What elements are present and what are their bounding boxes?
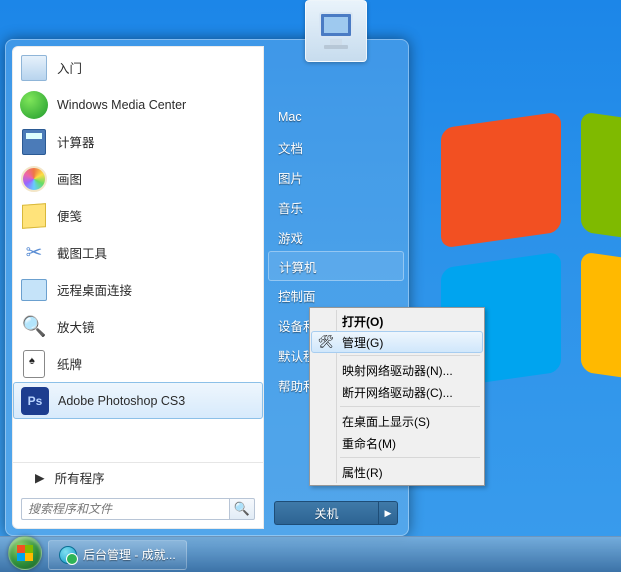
search-button[interactable]: 🔍 [229, 498, 255, 520]
shutdown-options-arrow[interactable]: ▶ [378, 501, 398, 525]
browser-icon [59, 546, 77, 564]
context-manage[interactable]: 🛠 管理(G) [311, 331, 483, 353]
photoshop-icon: Ps [20, 386, 50, 416]
taskbar-item-label: 后台管理 - 成就... [83, 546, 176, 563]
context-show-on-desktop[interactable]: 在桌面上显示(S) [312, 410, 482, 432]
right-item-music[interactable]: 音乐 [264, 192, 408, 222]
right-item-documents[interactable]: 文档 [264, 132, 408, 162]
program-item-wmc[interactable]: Windows Media Center [13, 86, 263, 123]
program-item-sticky-notes[interactable]: 便笺 [13, 197, 263, 234]
program-item-calc[interactable]: 计算器 [13, 123, 263, 160]
start-button[interactable] [4, 539, 46, 571]
search-icon: 🔍 [234, 501, 250, 517]
right-item-pictures[interactable]: 图片 [264, 162, 408, 192]
note-icon [19, 201, 49, 231]
right-item-user[interactable]: Mac [264, 102, 408, 132]
triangle-right-icon: ▶ [385, 508, 392, 519]
rdp-icon [19, 275, 49, 305]
taskbar-item-browser[interactable]: 后台管理 - 成就... [48, 540, 187, 570]
computer-monitor-icon [312, 7, 360, 55]
all-programs-button[interactable]: ▶ 所有程序 [13, 462, 263, 492]
right-item-games[interactable]: 游戏 [264, 222, 408, 252]
taskbar: 后台管理 - 成就... [0, 536, 621, 572]
program-label: 便笺 [57, 206, 82, 225]
program-label: 入门 [57, 58, 82, 77]
program-label: Windows Media Center [57, 98, 186, 112]
program-label: 放大镜 [57, 317, 95, 336]
context-disconnect-drive[interactable]: 断开网络驱动器(C)... [312, 381, 482, 403]
windows-orb-icon [8, 536, 42, 570]
triangle-right-icon: ▶ [35, 470, 45, 485]
right-item-computer[interactable]: 计算机 [268, 251, 404, 281]
context-open[interactable]: 打开(O) [312, 310, 482, 332]
program-item-photoshop[interactable]: Ps Adobe Photoshop CS3 [13, 382, 263, 419]
shutdown-button[interactable]: 关机 [274, 501, 378, 525]
cards-icon [19, 349, 49, 379]
start-menu-left-column: 入门 Windows Media Center 计算器 画图 便笺 ✂ 截图工具 [12, 46, 264, 529]
program-item-solitaire[interactable]: 纸牌 [13, 345, 263, 382]
shutdown-split-button: 关机 ▶ [274, 501, 398, 525]
program-item-snipping-tool[interactable]: ✂ 截图工具 [13, 234, 263, 271]
user-avatar[interactable] [305, 0, 367, 62]
computer-context-menu: 打开(O) 🛠 管理(G) 映射网络驱动器(N)... 断开网络驱动器(C)..… [309, 307, 485, 486]
search-input[interactable] [21, 498, 229, 520]
context-separator [340, 457, 480, 458]
context-map-drive[interactable]: 映射网络驱动器(N)... [312, 359, 482, 381]
search-row: 🔍 [13, 492, 263, 528]
program-item-magnifier[interactable]: 🔍 放大镜 [13, 308, 263, 345]
pinned-programs-list: 入门 Windows Media Center 计算器 画图 便笺 ✂ 截图工具 [13, 47, 263, 462]
program-label: 画图 [57, 169, 82, 188]
doc-icon [19, 53, 49, 83]
context-properties[interactable]: 属性(R) [312, 461, 482, 483]
program-label: 远程桌面连接 [57, 280, 132, 299]
all-programs-label: 所有程序 [55, 468, 105, 487]
program-label: 截图工具 [57, 243, 107, 262]
program-label: 计算器 [57, 132, 95, 151]
scissors-icon: ✂ [19, 238, 49, 268]
manage-icon: 🛠 [318, 334, 334, 350]
program-item-paint[interactable]: 画图 [13, 160, 263, 197]
right-item-control-panel[interactable]: 控制面 [264, 280, 408, 310]
wmc-icon [19, 90, 49, 120]
magnifier-icon: 🔍 [19, 312, 49, 342]
program-item-intro[interactable]: 入门 [13, 49, 263, 86]
context-separator [340, 406, 480, 407]
paint-icon [19, 164, 49, 194]
context-separator [340, 355, 480, 356]
program-item-rdp[interactable]: 远程桌面连接 [13, 271, 263, 308]
program-label: 纸牌 [57, 354, 82, 373]
calc-icon [19, 127, 49, 157]
context-rename[interactable]: 重命名(M) [312, 432, 482, 454]
program-label: Adobe Photoshop CS3 [58, 394, 185, 408]
